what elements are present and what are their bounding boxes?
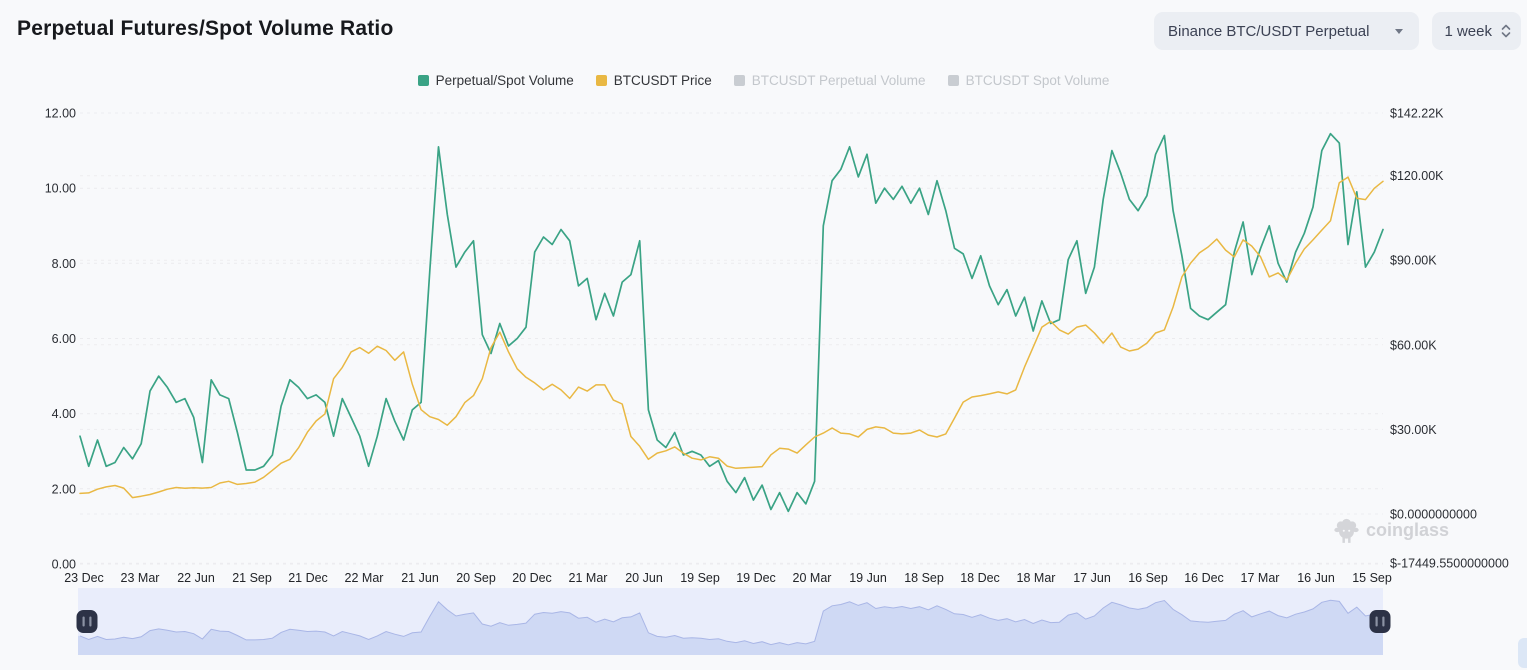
navigator-handle-left[interactable] (77, 610, 98, 633)
y-axis-label-left: 4.00 (52, 407, 76, 421)
spinner-up-down-icon (1501, 23, 1511, 39)
x-axis-label: 15 Sep (1352, 571, 1392, 585)
x-axis-label: 19 Jun (849, 571, 887, 585)
x-axis-label: 17 Jun (1073, 571, 1111, 585)
symbol-select-value: Binance BTC/USDT Perpetual (1168, 23, 1369, 40)
y-axis-label-left: 6.00 (52, 332, 76, 346)
x-axis-label: 23 Dec (64, 571, 104, 585)
legend-label: BTCUSDT Perpetual Volume (752, 73, 926, 88)
symbol-select[interactable]: Binance BTC/USDT Perpetual (1154, 12, 1419, 50)
legend-label: Perpetual/Spot Volume (436, 73, 574, 88)
navigator-handle-left-grip (83, 617, 85, 627)
legend-item-btcusdt-perpetual-volume[interactable]: BTCUSDT Perpetual Volume (734, 73, 926, 88)
chart-controls: Binance BTC/USDT Perpetual 1 week (1154, 12, 1521, 50)
x-axis-label: 18 Mar (1017, 571, 1056, 585)
x-axis-label: 16 Sep (1128, 571, 1168, 585)
y-axis-label-left: 12.00 (45, 107, 76, 121)
x-axis-label: 20 Sep (456, 571, 496, 585)
navigator-handle-right-grip (1376, 617, 1378, 627)
y-axis-label-left: 8.00 (52, 257, 76, 271)
x-axis-label: 19 Dec (736, 571, 776, 585)
coinglass-chart-page: 12.00 10.00 8.00 6.00 4.00 2.00 0.00 $142.22K $1… (0, 0, 1527, 670)
y-axis-label-right: $-17449.5500000000 (1390, 557, 1509, 571)
x-axis-label: 18 Dec (960, 571, 1000, 585)
x-axis-label: 23 Mar (121, 571, 160, 585)
legend-swatch-perpetual-spot-volume (418, 75, 429, 86)
y-axis-label-right: $60.00K (1390, 338, 1437, 352)
legend-item-btcusdt-price[interactable]: BTCUSDT Price (596, 73, 712, 88)
x-axis-label: 16 Dec (1184, 571, 1224, 585)
x-axis-label: 20 Dec (512, 571, 552, 585)
x-axis-label: 18 Sep (904, 571, 944, 585)
navigator-handle-right-grip (1382, 617, 1384, 627)
y-axis-label-left: 10.00 (45, 182, 76, 196)
coinglass-lamb-icon (1333, 517, 1360, 544)
x-axis-label: 19 Sep (680, 571, 720, 585)
y-axis-label-left: 2.00 (52, 482, 76, 496)
x-axis-label: 22 Mar (345, 571, 384, 585)
navigator-handle-left-grip (89, 617, 91, 627)
navigator-handle-right[interactable] (1370, 610, 1391, 633)
main-chart: 12.00 10.00 8.00 6.00 4.00 2.00 0.00 $142.22K $1… (0, 0, 1527, 670)
x-axis-label: 21 Jun (401, 571, 439, 585)
corner-widget-edge (1518, 638, 1527, 668)
legend-swatch-btcusdt-perpetual-volume (734, 75, 745, 86)
y-axis-label-right: $90.00K (1390, 254, 1437, 268)
x-axis-label: 16 Jun (1297, 571, 1335, 585)
page-title: Perpetual Futures/Spot Volume Ratio (17, 17, 394, 41)
interval-select-value: 1 week (1444, 23, 1492, 40)
legend-item-btcusdt-spot-volume[interactable]: BTCUSDT Spot Volume (948, 73, 1110, 88)
legend-label: BTCUSDT Price (614, 73, 712, 88)
chart-plot-area[interactable] (80, 113, 1383, 564)
x-axis-label: 22 Jun (177, 571, 215, 585)
interval-select[interactable]: 1 week (1432, 12, 1521, 50)
x-axis-label: 17 Mar (1241, 571, 1280, 585)
y-axis-label-left: 0.00 (52, 558, 76, 572)
chevron-down-icon (1395, 29, 1403, 34)
x-axis-label: 20 Jun (625, 571, 663, 585)
legend-label: BTCUSDT Spot Volume (966, 73, 1110, 88)
x-axis-label: 21 Sep (232, 571, 272, 585)
y-axis-label-right: $142.22K (1390, 107, 1444, 121)
legend: Perpetual/Spot Volume BTCUSDT Price BTCU… (0, 73, 1527, 88)
y-axis-label-right: $30.00K (1390, 423, 1437, 437)
x-axis-label: 21 Mar (569, 571, 608, 585)
legend-item-perpetual-spot-volume[interactable]: Perpetual/Spot Volume (418, 73, 574, 88)
coinglass-watermark: coinglass (1333, 517, 1449, 544)
legend-swatch-btcusdt-price (596, 75, 607, 86)
x-axis-label: 21 Dec (288, 571, 328, 585)
y-axis-label-right: $120.00K (1390, 169, 1444, 183)
coinglass-watermark-text: coinglass (1366, 520, 1449, 541)
legend-swatch-btcusdt-spot-volume (948, 75, 959, 86)
x-axis-label: 20 Mar (793, 571, 832, 585)
